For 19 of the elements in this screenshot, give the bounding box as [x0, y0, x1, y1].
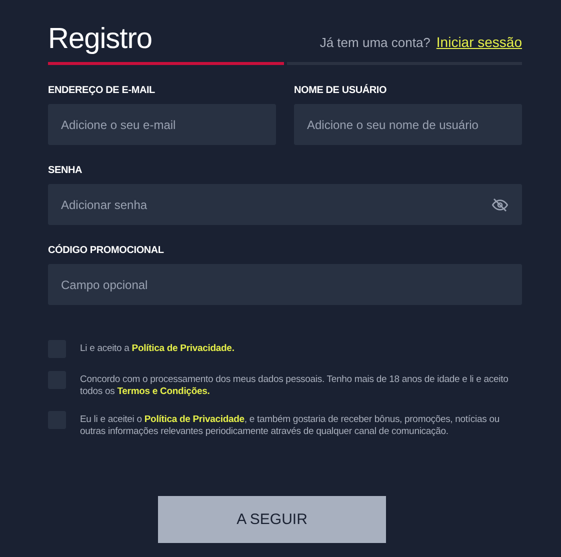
field-label: SENHA: [48, 165, 84, 176]
input-field[interactable]: Adicionar senha: [48, 184, 522, 225]
consent-link[interactable]: Política de Privacidade: [144, 414, 244, 425]
page-title: Registro: [48, 23, 152, 56]
consent-text: Li e aceito a Política de Privacidade.: [80, 342, 234, 355]
consent-text: Concordo com o processamento dos meus dados pessoais. Tenho mais de 18 anos de idade e li e aceito todos os Termos e Condições.: [80, 373, 510, 398]
consent-text: Eu li e aceitei o Política de Privacidade, e também gostaria de receber bônus, promoções, notícias ou outras informações relevantes periodicamente através de qualquer canal de comunicação.: [80, 413, 500, 438]
submit-button[interactable]: A SEGUIR: [158, 496, 386, 543]
login-link[interactable]: Iniciar sessão: [436, 34, 522, 50]
eye-hidden-icon[interactable]: [492, 198, 508, 212]
input-field[interactable]: Adicione o seu nome de usuário: [294, 104, 522, 145]
input-field[interactable]: Campo opcional: [48, 264, 522, 305]
consent-link[interactable]: Termos e Condições.: [117, 386, 210, 397]
consent-link[interactable]: Política de Privacidade.: [132, 343, 234, 354]
field-label: ENDEREÇO DE E-MAIL: [48, 85, 156, 96]
field-label: CÓDIGO PROMOCIONAL: [48, 245, 165, 256]
field-label: NOME DE USUÁRIO: [294, 85, 388, 96]
input-field[interactable]: Adicione o seu e-mail: [48, 104, 276, 145]
login-prompt: Já tem uma conta?: [320, 35, 430, 50]
